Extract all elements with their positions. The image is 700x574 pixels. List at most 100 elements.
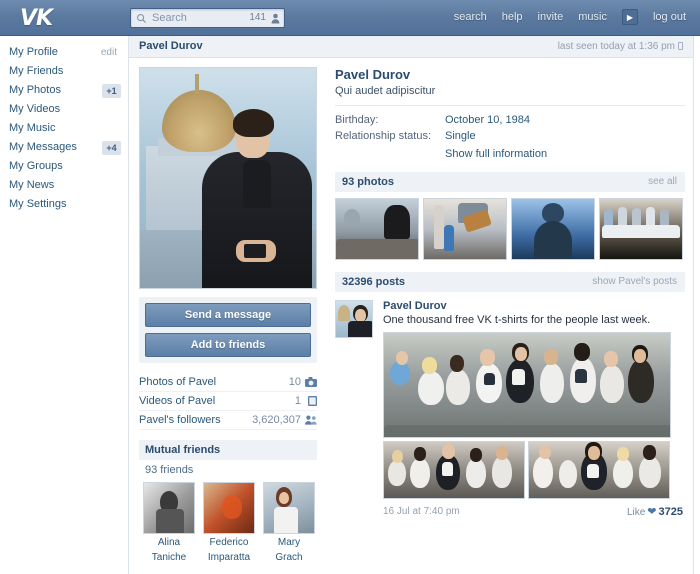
show-full-information-link[interactable]: Show full information xyxy=(445,148,685,160)
nav-link-search[interactable]: search xyxy=(454,11,487,23)
nav-link-music[interactable]: music xyxy=(578,11,607,23)
people-icon xyxy=(305,415,317,425)
vk-logo[interactable]: VK xyxy=(20,6,52,31)
sidebar-item-label: My Groups xyxy=(9,160,63,172)
photo-thumbnail[interactable] xyxy=(335,198,419,260)
sidebar-item-label: My Photos xyxy=(9,84,61,96)
photo-thumbnail[interactable] xyxy=(511,198,595,260)
nav-link-help[interactable]: help xyxy=(502,11,523,23)
sidebar-item-my-settings[interactable]: My Settings xyxy=(0,195,128,214)
photos-count-label: 93 photos xyxy=(342,176,394,188)
photo-thumbnail[interactable] xyxy=(423,198,507,260)
add-to-friends-button[interactable]: Add to friends xyxy=(145,333,311,357)
heart-icon[interactable]: ❤ xyxy=(647,506,656,518)
post-image[interactable] xyxy=(528,441,670,499)
see-all-photos-link[interactable]: see all xyxy=(648,172,677,192)
top-navigation-bar: VK Search 141 search help invite music ▶… xyxy=(0,0,700,36)
profile-counters: Photos of Pavel 10 Videos of Pavel 1 Pav… xyxy=(139,373,317,430)
post-image-row xyxy=(383,441,671,499)
panel-header: Pavel Durov last seen today at 1:36 pm xyxy=(129,36,693,58)
search-icon xyxy=(136,13,147,24)
post-image[interactable] xyxy=(383,332,671,438)
photo-strip xyxy=(335,198,685,260)
post-text: One thousand free VK t-shirts for the pe… xyxy=(383,314,685,326)
profile-left-column: Send a message Add to friends Photos of … xyxy=(129,59,327,574)
post-like-control[interactable]: Like❤3725 xyxy=(627,505,683,518)
info-label: Relationship status: xyxy=(335,130,445,142)
logout-link[interactable]: log out xyxy=(653,11,686,23)
friend-last-name: Grach xyxy=(263,552,315,564)
show-pavels-posts-link[interactable]: show Pavel's posts xyxy=(592,272,677,292)
mobile-device-icon xyxy=(678,42,683,50)
counter-videos-of-pavel[interactable]: Videos of Pavel 1 xyxy=(139,392,317,411)
post-body: Pavel Durov One thousand free VK t-shirt… xyxy=(383,300,685,521)
sidebar-item-label: My Friends xyxy=(9,65,63,77)
list-item[interactable]: Mary Grach xyxy=(263,482,315,564)
sidebar-item-my-friends[interactable]: My Friends xyxy=(0,62,128,81)
profile-panel: Pavel Durov last seen today at 1:36 pm S… xyxy=(128,36,694,574)
avatar[interactable] xyxy=(263,482,315,534)
info-value[interactable]: Single xyxy=(445,130,476,142)
post-footer: 16 Jul at 7:40 pm Like❤3725 xyxy=(383,505,685,521)
profile-tagline: Qui audet adipiscitur xyxy=(335,85,685,97)
sidebar-item-label: My Profile xyxy=(9,46,58,58)
sidebar-item-my-groups[interactable]: My Groups xyxy=(0,157,128,176)
mutual-friends-list: Alina Taniche Federico Imparatta Mary Gr… xyxy=(139,482,317,564)
photos-badge: +1 xyxy=(102,84,121,98)
profile-edit-link[interactable]: edit xyxy=(101,43,117,62)
last-seen-status: last seen today at 1:36 pm xyxy=(558,41,683,52)
send-message-button[interactable]: Send a message xyxy=(145,303,311,327)
counter-value: 1 xyxy=(295,392,301,411)
sidebar-item-label: My Messages xyxy=(9,141,77,153)
post-author-name[interactable]: Pavel Durov xyxy=(383,300,685,312)
post-author-avatar[interactable] xyxy=(335,300,373,338)
sidebar-item-my-profile[interactable]: My Profile edit xyxy=(0,43,128,62)
like-label[interactable]: Like xyxy=(627,507,645,518)
friend-first-name: Federico xyxy=(203,537,255,549)
sidebar-item-my-photos[interactable]: My Photos +1 xyxy=(0,81,128,100)
last-seen-text: last seen today at 1:36 pm xyxy=(558,41,675,52)
sidebar-item-label: My Videos xyxy=(9,103,60,115)
counter-pavel-followers[interactable]: Pavel's followers 3,620,307 xyxy=(139,411,317,430)
divider xyxy=(335,105,685,106)
counter-label: Photos of Pavel xyxy=(139,376,216,388)
left-sidebar: My Profile edit My Friends My Photos +1 … xyxy=(0,36,128,574)
nav-link-invite[interactable]: invite xyxy=(538,11,564,23)
counter-label: Videos of Pavel xyxy=(139,395,215,407)
person-icon xyxy=(271,13,280,24)
avatar[interactable] xyxy=(143,482,195,534)
mutual-friends-count[interactable]: 93 friends xyxy=(139,460,317,482)
counter-label: Pavel's followers xyxy=(139,414,221,426)
sidebar-item-label: My Settings xyxy=(9,198,66,210)
sidebar-item-my-videos[interactable]: My Videos xyxy=(0,100,128,119)
sidebar-item-my-music[interactable]: My Music xyxy=(0,119,128,138)
film-icon xyxy=(308,396,317,406)
profile-right-column: Pavel Durov Qui audet adipiscitur Birthd… xyxy=(327,59,695,574)
like-count: 3725 xyxy=(659,506,683,518)
sidebar-item-label: My Music xyxy=(9,122,55,134)
friend-last-name: Taniche xyxy=(143,552,195,564)
search-result-count: 141 xyxy=(249,12,266,23)
sidebar-item-my-messages[interactable]: My Messages +4 xyxy=(0,138,128,157)
avatar[interactable] xyxy=(203,482,255,534)
search-input[interactable]: Search 141 xyxy=(130,8,285,28)
sidebar-item-label: My News xyxy=(9,179,54,191)
photos-section-header: 93 photos see all xyxy=(335,172,685,192)
friend-first-name: Mary xyxy=(263,537,315,549)
sidebar-item-my-news[interactable]: My News xyxy=(0,176,128,195)
mutual-friends-header: Mutual friends xyxy=(139,440,317,460)
profile-action-buttons: Send a message Add to friends xyxy=(139,297,317,363)
counter-photos-of-pavel[interactable]: Photos of Pavel 10 xyxy=(139,373,317,392)
info-value[interactable]: October 10, 1984 xyxy=(445,114,530,126)
post-image[interactable] xyxy=(383,441,525,499)
info-row-birthday: Birthday: October 10, 1984 xyxy=(335,114,685,126)
list-item[interactable]: Alina Taniche xyxy=(143,482,195,564)
music-play-arrow-icon[interactable]: ▶ xyxy=(622,9,638,25)
profile-photo[interactable] xyxy=(139,67,317,289)
photo-thumbnail[interactable] xyxy=(599,198,683,260)
messages-badge: +4 xyxy=(102,141,121,155)
list-item[interactable]: Federico Imparatta xyxy=(203,482,255,564)
friend-last-name: Imparatta xyxy=(203,552,255,564)
post-image-grid xyxy=(383,332,671,499)
counter-value: 3,620,307 xyxy=(252,411,301,430)
